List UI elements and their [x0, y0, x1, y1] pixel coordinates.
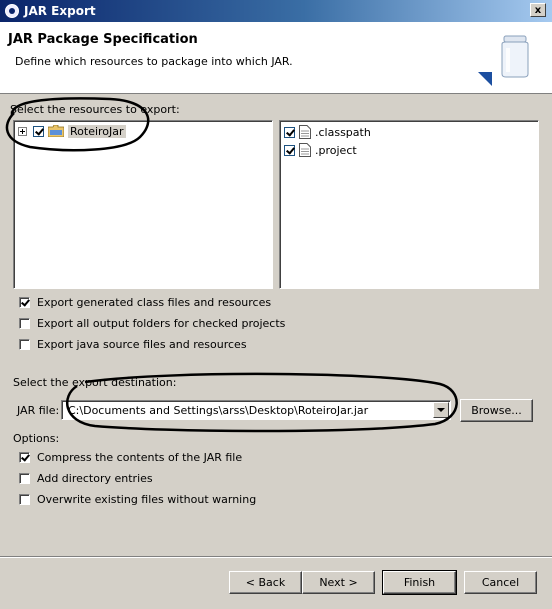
eclipse-icon — [5, 4, 19, 18]
page-title: JAR Package Specification — [8, 32, 198, 47]
button-bar-separator — [0, 556, 552, 558]
file-label: .classpath — [315, 125, 371, 139]
file-icon — [299, 143, 311, 157]
export-source-files-checkbox[interactable] — [19, 339, 30, 350]
compress-checkbox[interactable] — [19, 452, 30, 463]
close-icon: x — [534, 5, 542, 16]
file-icon — [299, 125, 311, 139]
export-class-files-checkbox[interactable] — [19, 297, 30, 308]
jar-file-label: JAR file: — [17, 404, 60, 417]
export-source-files-label: Export java source files and resources — [37, 338, 247, 351]
annotation-ellipse-destination — [66, 372, 458, 433]
export-output-folders-option[interactable]: Export all output folders for checked pr… — [19, 317, 285, 330]
cancel-button[interactable]: Cancel — [464, 571, 537, 594]
title-bar: JAR Export x — [0, 0, 552, 22]
overwrite-option[interactable]: Overwrite existing files without warning — [19, 493, 256, 506]
directory-entries-label: Add directory entries — [37, 472, 153, 485]
overwrite-checkbox[interactable] — [19, 494, 30, 505]
list-item[interactable]: .classpath — [284, 124, 371, 140]
wizard-banner: JAR Package Specification Define which r… — [0, 22, 552, 94]
back-button[interactable]: < Back — [229, 571, 302, 594]
close-button[interactable]: x — [530, 3, 546, 17]
annotation-ellipse-resources — [5, 97, 150, 152]
resource-file-list[interactable]: .classpath .project — [279, 120, 539, 289]
options-label: Options: — [13, 432, 60, 445]
file-checkbox[interactable] — [284, 144, 295, 156]
export-class-files-label: Export generated class files and resourc… — [37, 296, 272, 309]
page-description: Define which resources to package into w… — [15, 55, 293, 68]
compress-option[interactable]: Compress the contents of the JAR file — [19, 451, 242, 464]
finish-button[interactable]: Finish — [382, 570, 457, 595]
compress-label: Compress the contents of the JAR file — [37, 451, 243, 464]
next-button[interactable]: Next > — [302, 571, 375, 594]
jar-icon — [501, 35, 529, 78]
file-label: .project — [315, 143, 357, 157]
export-output-folders-label: Export all output folders for checked pr… — [37, 317, 286, 330]
window-title: JAR Export — [24, 4, 96, 18]
file-checkbox[interactable] — [284, 126, 295, 138]
directory-entries-option[interactable]: Add directory entries — [19, 472, 153, 485]
browse-button[interactable]: Browse... — [460, 399, 533, 422]
directory-entries-checkbox[interactable] — [19, 473, 30, 484]
export-class-files-option[interactable]: Export generated class files and resourc… — [19, 296, 271, 309]
list-item[interactable]: .project — [284, 142, 357, 158]
export-output-folders-checkbox[interactable] — [19, 318, 30, 329]
wizard-corner-icon — [478, 72, 492, 86]
overwrite-label: Overwrite existing files without warning — [37, 493, 257, 506]
export-source-files-option[interactable]: Export java source files and resources — [19, 338, 247, 351]
